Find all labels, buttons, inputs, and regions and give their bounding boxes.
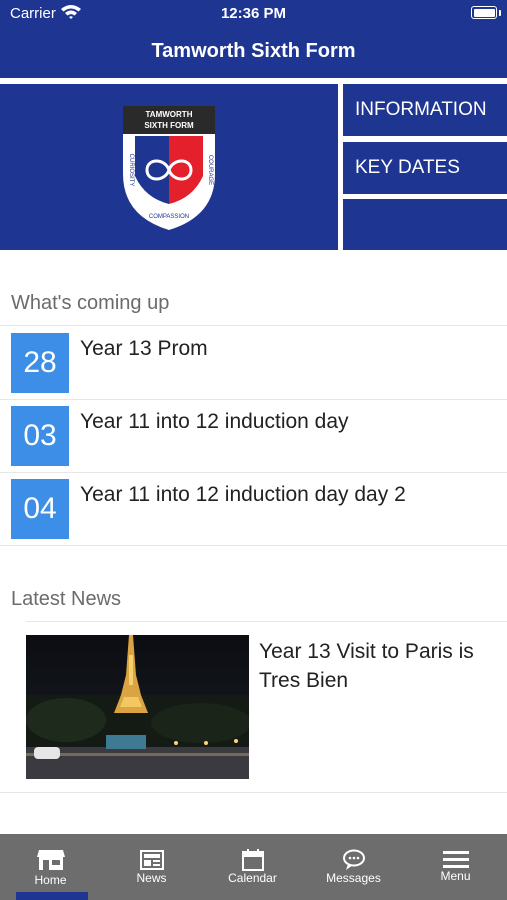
divider bbox=[0, 792, 507, 793]
logo-right-motto: COURAGE bbox=[207, 155, 213, 185]
tab-menu-label: Menu bbox=[440, 869, 471, 883]
event-date-badge: 03 bbox=[11, 406, 69, 466]
event-row[interactable]: 04 Year 11 into 12 induction day day 2 bbox=[0, 472, 507, 545]
event-title: Year 11 into 12 induction day day 2 bbox=[80, 483, 406, 506]
app-header: Carrier 12:36 PM Tamworth Sixth Form bbox=[0, 0, 507, 78]
page-title: Tamworth Sixth Form bbox=[151, 40, 356, 62]
news-headline: Year 13 Visit to Paris is Tres Bien bbox=[259, 640, 474, 692]
tab-menu[interactable]: Menu bbox=[404, 834, 507, 900]
newspaper-icon bbox=[139, 850, 164, 870]
event-row[interactable]: 03 Year 11 into 12 induction day bbox=[0, 399, 507, 472]
event-row[interactable]: 28 Year 13 Prom bbox=[0, 326, 507, 399]
information-tile[interactable]: INFORMATION bbox=[343, 84, 507, 136]
hero-tiles: TAMWORTH SIXTH FORM CURIOSITY COURAGE CO… bbox=[0, 82, 507, 250]
school-logo-tile[interactable]: TAMWORTH SIXTH FORM CURIOSITY COURAGE CO… bbox=[0, 84, 338, 250]
logo-line2: SIXTH FORM bbox=[144, 121, 194, 130]
tab-home[interactable]: Home bbox=[0, 834, 101, 900]
calendar-icon bbox=[241, 849, 264, 871]
status-bar: Carrier 12:36 PM bbox=[0, 0, 507, 28]
news-item[interactable]: Year 13 Visit to Paris is Tres Bien bbox=[0, 622, 507, 792]
clock-time: 12:36 PM bbox=[220, 5, 287, 22]
latest-news-heading: Latest News bbox=[11, 588, 122, 610]
hamburger-menu-icon bbox=[442, 851, 469, 868]
news-photo-eiffel-tower bbox=[26, 635, 249, 779]
event-date-badge: 04 bbox=[11, 479, 69, 539]
key-dates-tile-label: KEY DATES bbox=[355, 157, 460, 178]
logo-bottom-motto: COMPASSION bbox=[149, 214, 189, 220]
school-crest-logo: TAMWORTH SIXTH FORM CURIOSITY COURAGE CO… bbox=[123, 106, 215, 230]
tab-calendar[interactable]: Calendar bbox=[202, 834, 303, 900]
tab-messages[interactable]: Messages bbox=[303, 834, 404, 900]
empty-tile[interactable] bbox=[343, 199, 507, 250]
battery-icon bbox=[471, 6, 497, 19]
chat-bubble-icon bbox=[342, 849, 365, 870]
battery-tip bbox=[499, 10, 501, 16]
bottom-tab-bar: Home News Calendar Messages Menu bbox=[0, 834, 507, 900]
key-dates-tile[interactable]: KEY DATES bbox=[343, 142, 507, 194]
tab-news[interactable]: News bbox=[101, 834, 202, 900]
information-tile-label: INFORMATION bbox=[355, 99, 487, 120]
logo-line1: TAMWORTH bbox=[146, 110, 193, 119]
active-tab-indicator bbox=[16, 892, 88, 900]
tab-news-label: News bbox=[136, 871, 167, 885]
event-title: Year 11 into 12 induction day bbox=[80, 410, 349, 433]
divider bbox=[0, 545, 507, 546]
tab-messages-label: Messages bbox=[326, 871, 381, 885]
event-title: Year 13 Prom bbox=[80, 337, 208, 360]
home-store-icon bbox=[36, 850, 65, 870]
event-date-badge: 28 bbox=[11, 333, 69, 393]
logo-left-motto: CURIOSITY bbox=[128, 154, 134, 187]
tab-calendar-label: Calendar bbox=[228, 871, 277, 885]
tab-home-label: Home bbox=[34, 873, 67, 887]
coming-up-heading: What's coming up bbox=[11, 292, 170, 314]
